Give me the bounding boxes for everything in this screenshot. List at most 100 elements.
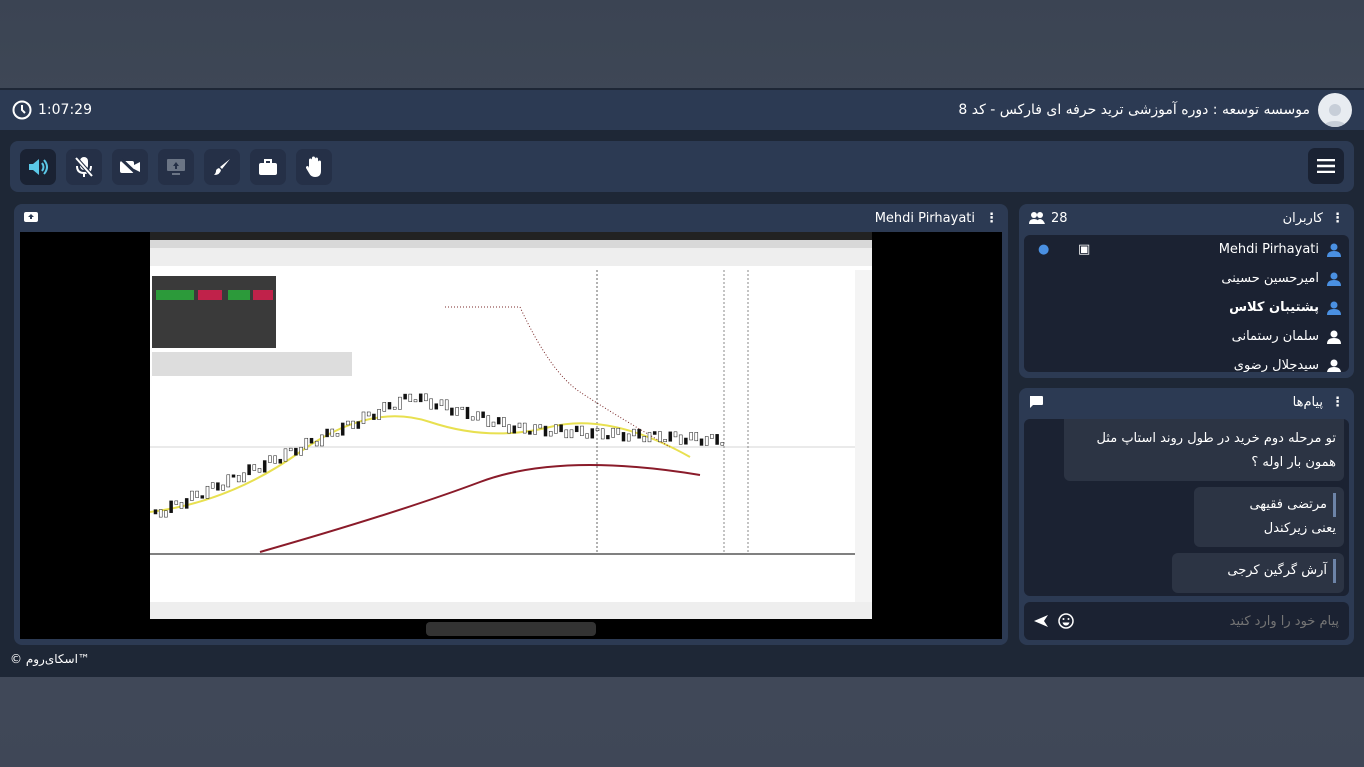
- screen-icon: [24, 212, 38, 222]
- candle: [403, 393, 407, 400]
- avatar[interactable]: [1318, 93, 1352, 127]
- candle: [299, 446, 303, 456]
- candle: [169, 500, 173, 513]
- candle: [595, 428, 600, 431]
- hand-icon: [305, 156, 321, 177]
- candle: [252, 464, 257, 471]
- user-icon: [1327, 359, 1341, 372]
- messages-options-icon[interactable]: ⋮: [1331, 395, 1344, 410]
- shared-screen-content: [149, 232, 872, 619]
- candle: [408, 393, 413, 402]
- users-title: کاربران: [1282, 210, 1323, 226]
- candle: [356, 421, 361, 429]
- candle: [470, 416, 475, 421]
- user-item[interactable]: سیدجلال رضوی: [1024, 351, 1349, 372]
- send-icon[interactable]: [1034, 614, 1048, 628]
- dock: [426, 622, 596, 636]
- message-text: تو مرحله دوم خرید در طول روند استاپ مثل …: [1096, 431, 1336, 470]
- messages-header: پیام‌ها ⋮: [1019, 388, 1354, 416]
- speaker-button[interactable]: [20, 148, 56, 185]
- candle: [564, 429, 569, 439]
- presenter-name: Mehdi Pirhayati: [874, 210, 975, 226]
- candle: [720, 442, 725, 446]
- message: تو مرحله دوم خرید در طول روند استاپ مثل …: [1064, 419, 1344, 481]
- video-options-icon[interactable]: ⋮: [985, 211, 998, 226]
- message-text: یعنی زیرکندل: [1263, 521, 1336, 536]
- hamburger-icon: [1317, 159, 1335, 173]
- candle: [366, 411, 371, 417]
- menu-button[interactable]: [1308, 148, 1344, 184]
- screen-share-button[interactable]: [158, 148, 194, 185]
- raise-hand-button[interactable]: [296, 148, 332, 185]
- candle: [226, 474, 231, 488]
- candle: [533, 424, 537, 435]
- user-item[interactable]: سلمان رستمانی: [1024, 322, 1349, 351]
- brush-icon: [214, 158, 230, 175]
- candle: [268, 455, 272, 463]
- candle: [382, 402, 387, 412]
- candle: [210, 482, 215, 489]
- session-timer: 1:07:29: [12, 100, 92, 120]
- mic-on-icon: ●: [1038, 242, 1050, 257]
- candle: [652, 431, 657, 435]
- shared-screen[interactable]: [20, 232, 1002, 639]
- candle: [710, 434, 714, 439]
- users-icon: [1029, 212, 1045, 224]
- candle: [548, 431, 553, 437]
- whiteboard-button[interactable]: [204, 148, 240, 185]
- candle: [585, 433, 589, 439]
- emoji-icon[interactable]: [1058, 613, 1074, 629]
- candle: [392, 406, 397, 410]
- candle: [231, 474, 236, 478]
- message-input[interactable]: [1099, 613, 1339, 629]
- camera-button[interactable]: [112, 148, 148, 185]
- user-icon: [1327, 330, 1341, 344]
- candle: [538, 424, 543, 429]
- candle: [647, 432, 652, 443]
- user-icon: [1327, 272, 1341, 286]
- camera-off-icon: [119, 157, 140, 176]
- mic-off-icon: [74, 156, 94, 177]
- candle: [460, 406, 465, 410]
- video-panel: Mehdi Pirhayati ⋮: [14, 204, 1008, 645]
- users-options-icon[interactable]: ⋮: [1331, 211, 1344, 226]
- user-avatar-icon: [1323, 104, 1347, 127]
- candle: [242, 472, 246, 483]
- candle: [528, 430, 532, 435]
- candle: [174, 500, 179, 505]
- candle: [673, 431, 678, 438]
- candle: [205, 485, 210, 499]
- user-item[interactable]: پشتیبان کلاس: [1024, 293, 1349, 322]
- candle: [554, 424, 558, 434]
- user-name: Mehdi Pirhayati: [1218, 242, 1319, 257]
- candle: [694, 432, 699, 442]
- user-item[interactable]: ● ▣ Mehdi Pirhayati: [1024, 235, 1349, 264]
- timer-text: 1:07:29: [38, 102, 92, 118]
- candle: [491, 421, 496, 427]
- users-count: 28: [1051, 210, 1068, 226]
- candle: [502, 417, 506, 427]
- candle: [580, 425, 584, 436]
- candle: [153, 509, 158, 515]
- user-item[interactable]: امیرحسین حسینی: [1024, 264, 1349, 293]
- candle: [236, 475, 241, 483]
- screen-share-icon: [167, 158, 185, 175]
- mic-button[interactable]: [66, 148, 102, 185]
- candle: [377, 409, 381, 420]
- messages-list[interactable]: تو مرحله دوم خرید در طول روند استاپ مثل …: [1024, 419, 1349, 596]
- user-name: سیدجلال رضوی: [1233, 358, 1319, 372]
- users-list: ● ▣ Mehdi Pirhayati امیرحسین حسینی پشتیبان ک…: [1024, 235, 1349, 372]
- files-button[interactable]: [250, 148, 286, 185]
- room-title: موسسه توسعه : دوره آموزشی ترید حرفه ای ف…: [958, 93, 1352, 127]
- footer-brand: © اسکای‌روم™: [10, 652, 90, 666]
- candle: [507, 424, 511, 434]
- candle: [699, 438, 704, 446]
- candle: [351, 420, 355, 429]
- messages-panel: پیام‌ها ⋮ تو مرحله دوم خرید در طول روند …: [1019, 388, 1354, 645]
- candle: [294, 447, 298, 456]
- message-sender: آرش گرگین کرجی: [1180, 559, 1336, 583]
- candle: [257, 468, 262, 473]
- candle: [689, 432, 693, 441]
- candle: [616, 427, 621, 435]
- users-header: 28 کاربران ⋮: [1019, 204, 1354, 232]
